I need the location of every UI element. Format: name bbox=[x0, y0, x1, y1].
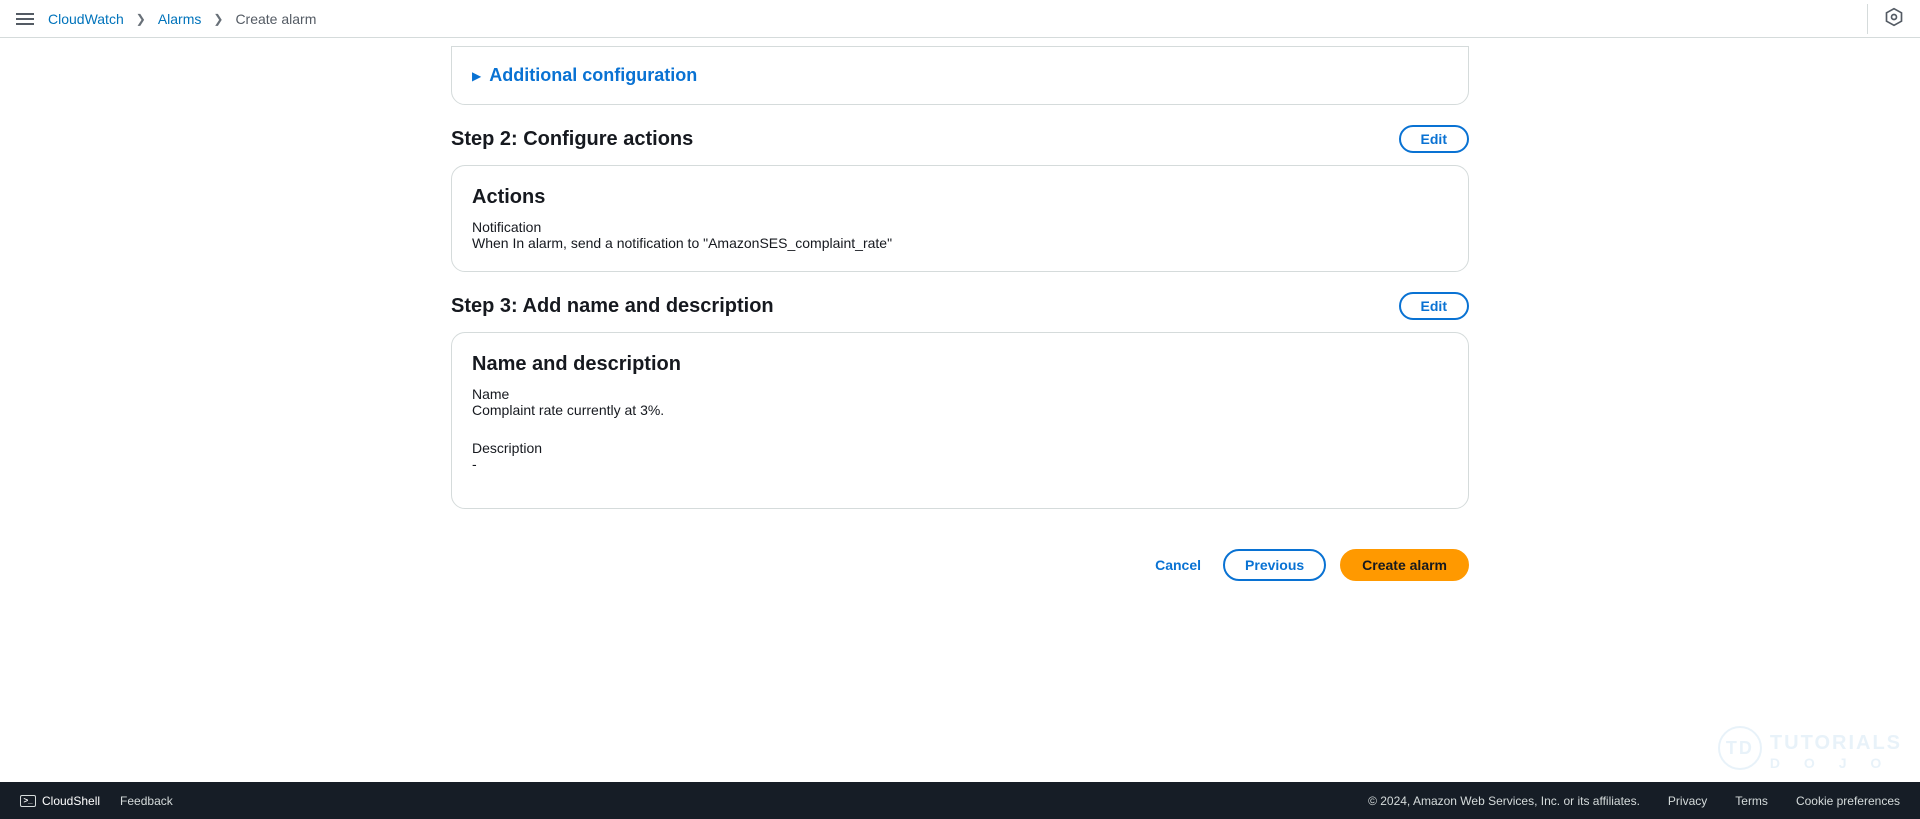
edit-step2-button[interactable]: Edit bbox=[1399, 125, 1469, 153]
panel-step1-conditions: ▶ Additional configuration bbox=[451, 46, 1469, 105]
bottom-bar: >_ CloudShell Feedback © 2024, Amazon We… bbox=[0, 782, 1920, 819]
breadcrumb-cloudwatch[interactable]: CloudWatch bbox=[48, 11, 124, 27]
caret-right-icon: ▶ bbox=[472, 69, 481, 83]
breadcrumb: CloudWatch ❯ Alarms ❯ Create alarm bbox=[48, 11, 316, 27]
create-alarm-button[interactable]: Create alarm bbox=[1340, 549, 1469, 581]
panel-name-description: Name and description Name Complaint rate… bbox=[451, 332, 1469, 509]
chevron-right-icon: ❯ bbox=[136, 12, 146, 26]
name-desc-heading: Name and description bbox=[472, 353, 1448, 376]
breadcrumb-alarms[interactable]: Alarms bbox=[158, 11, 202, 27]
wizard-footer-buttons: Cancel Previous Create alarm bbox=[451, 549, 1469, 581]
notification-text: When In alarm, send a notification to "A… bbox=[472, 235, 1448, 251]
bottom-left: >_ CloudShell Feedback bbox=[20, 794, 173, 808]
settings-hex-icon[interactable] bbox=[1884, 7, 1904, 30]
name-label: Name bbox=[472, 386, 1448, 402]
main-content: ▶ Additional configuration Step 2: Confi… bbox=[451, 38, 1469, 621]
step2-title: Step 2: Configure actions bbox=[451, 128, 693, 151]
actions-heading: Actions bbox=[472, 186, 1448, 209]
cloudshell-label: CloudShell bbox=[42, 794, 100, 808]
top-left: CloudWatch ❯ Alarms ❯ Create alarm bbox=[16, 11, 316, 27]
name-value: Complaint rate currently at 3%. bbox=[472, 402, 1448, 418]
step3-header: Step 3: Add name and description Edit bbox=[451, 292, 1469, 320]
previous-button[interactable]: Previous bbox=[1223, 549, 1326, 581]
feedback-link[interactable]: Feedback bbox=[120, 794, 173, 808]
additional-configuration-toggle[interactable]: ▶ Additional configuration bbox=[472, 61, 1448, 90]
notification-label: Notification bbox=[472, 219, 1448, 235]
privacy-link[interactable]: Privacy bbox=[1668, 794, 1707, 808]
terms-link[interactable]: Terms bbox=[1735, 794, 1768, 808]
main-content-scroll[interactable]: ▶ Additional configuration Step 2: Confi… bbox=[0, 38, 1920, 782]
top-bar: CloudWatch ❯ Alarms ❯ Create alarm bbox=[0, 0, 1920, 38]
breadcrumb-current: Create alarm bbox=[235, 11, 316, 27]
additional-configuration-label: Additional configuration bbox=[489, 65, 697, 86]
bottom-right: © 2024, Amazon Web Services, Inc. or its… bbox=[1368, 794, 1900, 808]
divider bbox=[1867, 4, 1868, 34]
menu-icon[interactable] bbox=[16, 13, 34, 25]
panel-actions: Actions Notification When In alarm, send… bbox=[451, 165, 1469, 272]
cloudshell-button[interactable]: >_ CloudShell bbox=[20, 794, 100, 808]
description-label: Description bbox=[472, 440, 1448, 456]
cookie-preferences-link[interactable]: Cookie preferences bbox=[1796, 794, 1900, 808]
copyright-text: © 2024, Amazon Web Services, Inc. or its… bbox=[1368, 794, 1640, 808]
step2-header: Step 2: Configure actions Edit bbox=[451, 125, 1469, 153]
description-value: - bbox=[472, 456, 1448, 472]
cloudshell-icon: >_ bbox=[20, 795, 36, 807]
step3-title: Step 3: Add name and description bbox=[451, 295, 774, 318]
edit-step3-button[interactable]: Edit bbox=[1399, 292, 1469, 320]
top-right bbox=[1867, 4, 1904, 34]
cancel-button[interactable]: Cancel bbox=[1147, 551, 1209, 579]
chevron-right-icon: ❯ bbox=[213, 12, 223, 26]
